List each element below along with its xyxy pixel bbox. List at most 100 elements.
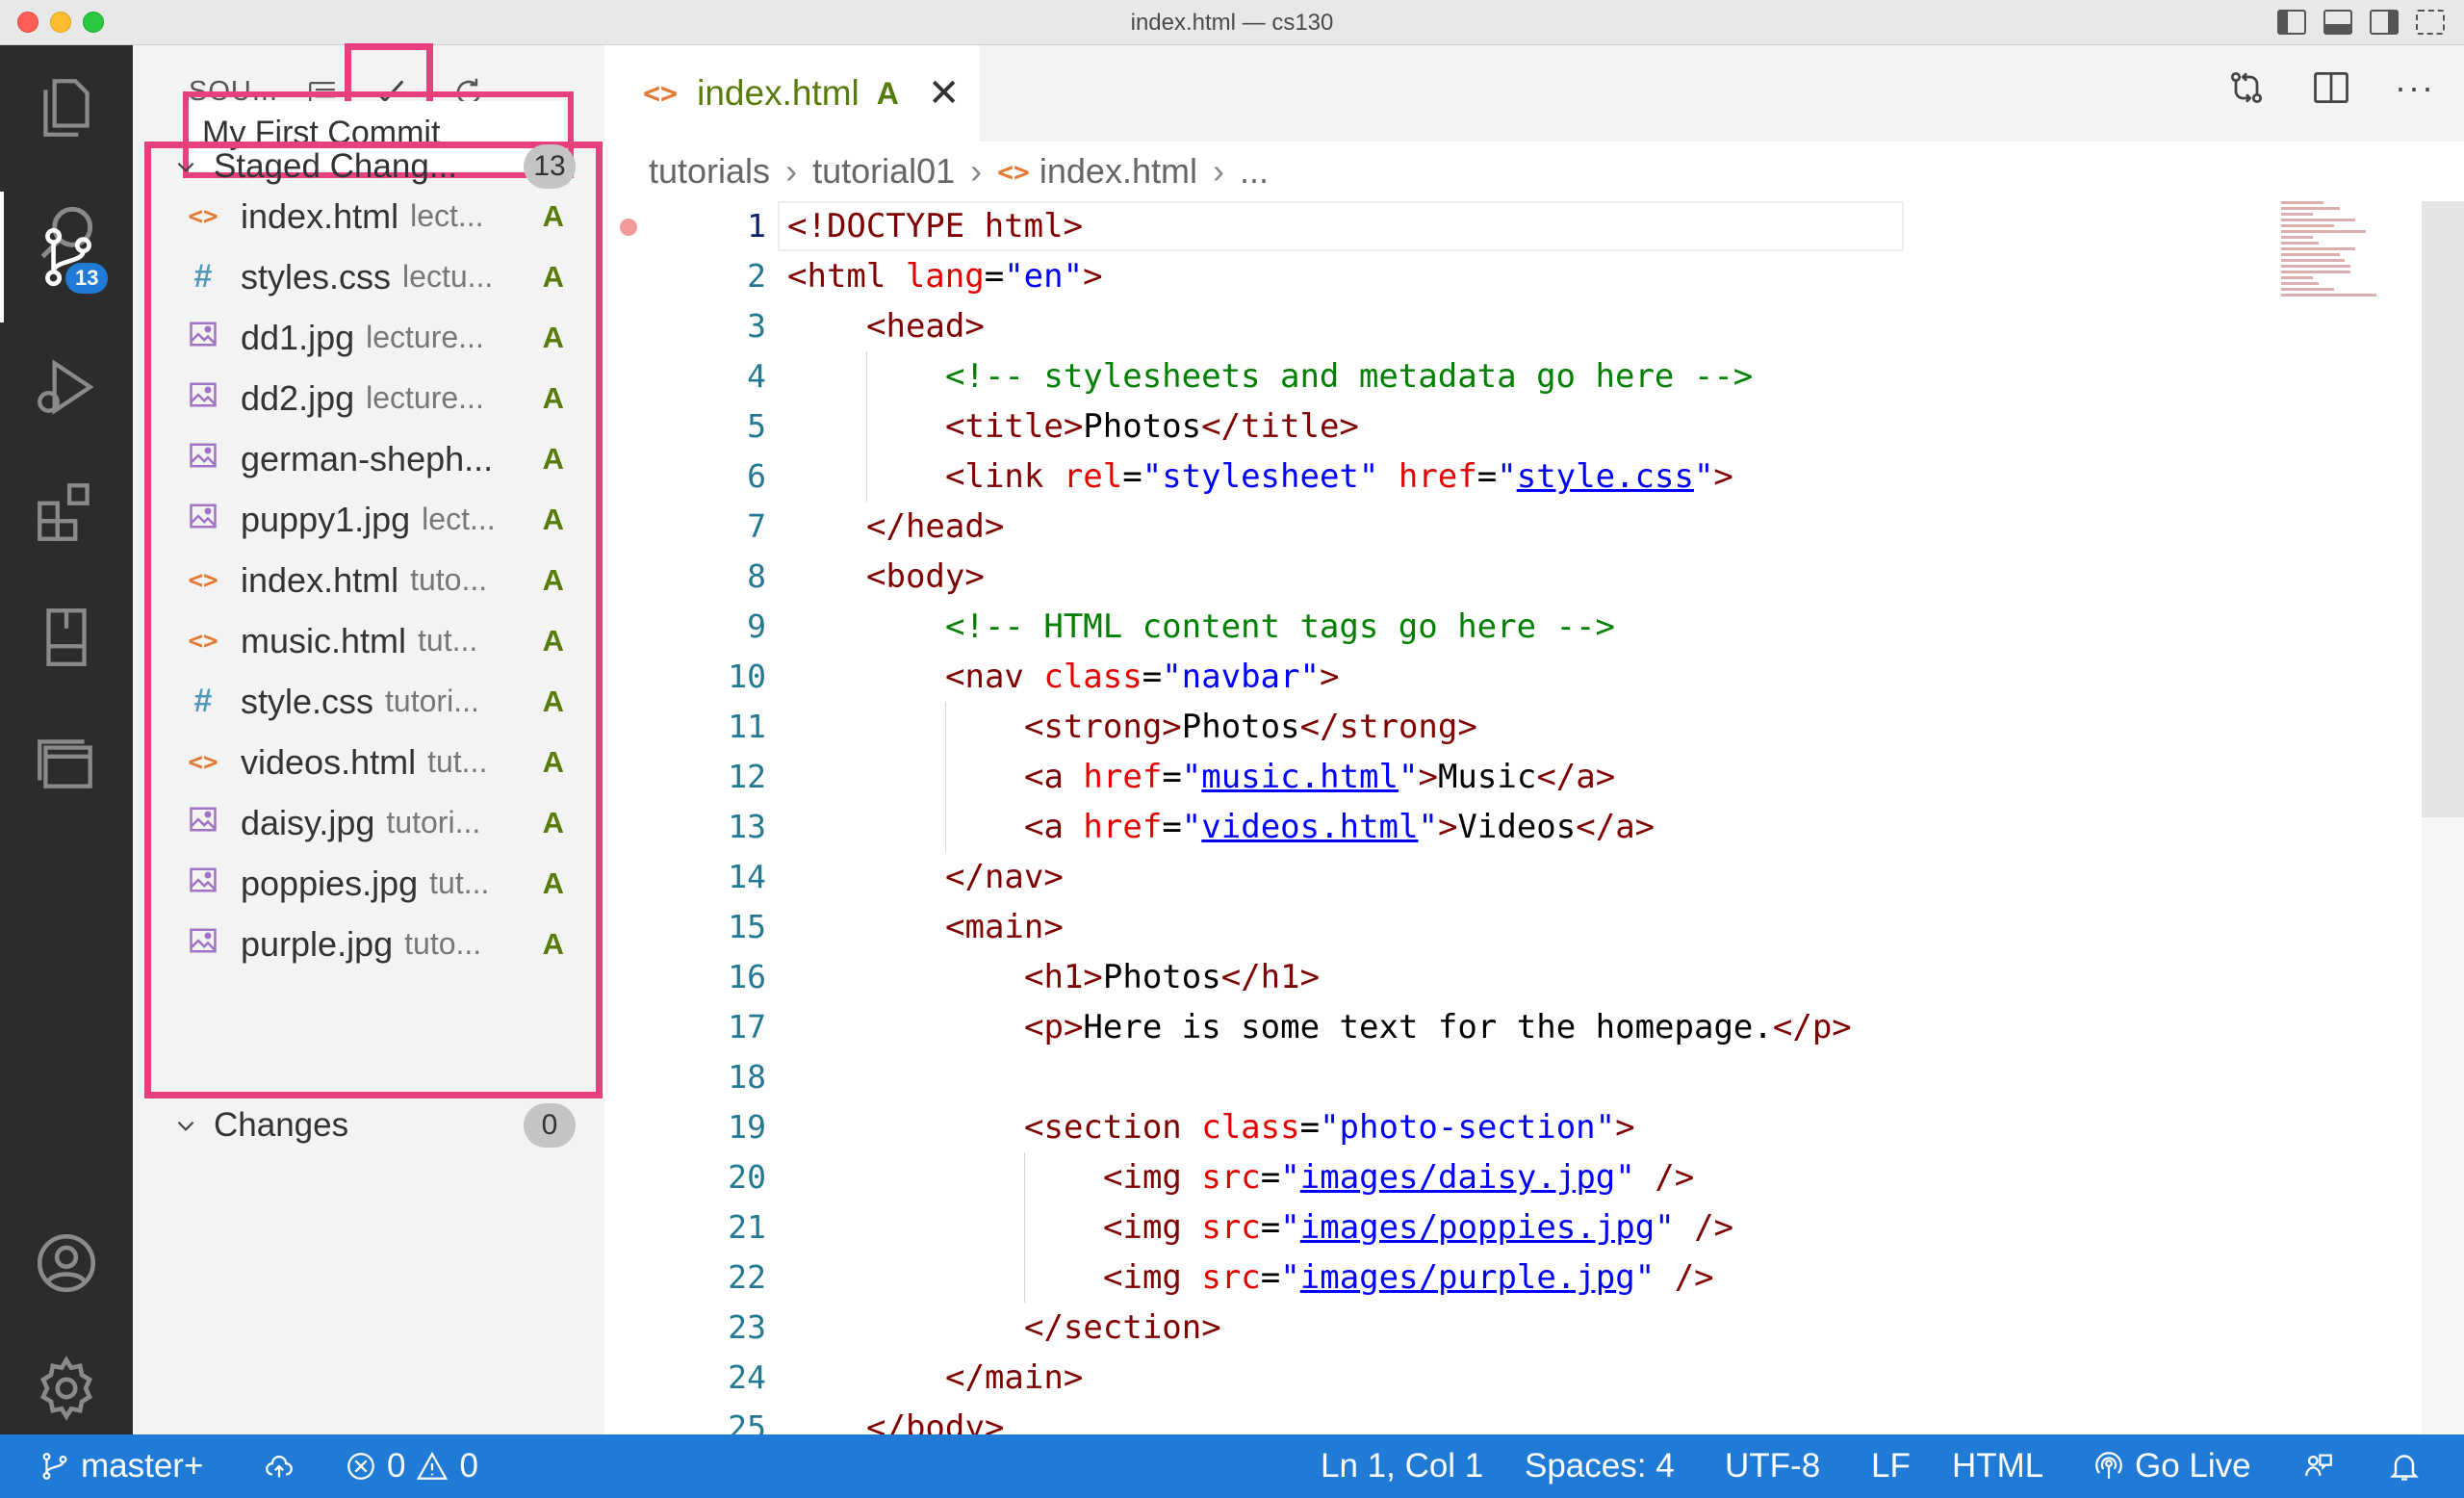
image-file-icon bbox=[187, 321, 219, 355]
code-line: 14 </nav> bbox=[604, 852, 2414, 902]
sync-button[interactable] bbox=[260, 1434, 298, 1498]
toggle-primary-sidebar-icon[interactable] bbox=[2277, 10, 2306, 35]
indent-guide bbox=[1024, 1152, 1025, 1303]
code-text: <img src="images/purple.jpg" /> bbox=[1103, 1258, 1714, 1297]
editor-more-actions-icon[interactable]: ··· bbox=[2395, 67, 2435, 108]
file-name: styles.css bbox=[241, 256, 392, 297]
staged-file-item[interactable]: poppies.jpg tut... A bbox=[187, 853, 591, 914]
code-text: <!-- HTML content tags go here --> bbox=[945, 607, 1615, 646]
line-number: 19 bbox=[728, 1108, 766, 1146]
branch-indicator[interactable]: master+ bbox=[38, 1434, 203, 1498]
file-git-status: A bbox=[542, 198, 564, 233]
breadcrumb-item[interactable]: index.html bbox=[1040, 151, 1197, 192]
html-file-icon: <> bbox=[188, 626, 218, 656]
line-number: 16 bbox=[728, 958, 766, 995]
code-text: </head> bbox=[866, 507, 1005, 546]
code-line: 15 <main> bbox=[604, 902, 2414, 952]
panel-view-icon[interactable] bbox=[0, 700, 133, 825]
chevron-right-icon: › bbox=[970, 151, 983, 191]
file-name: dd2.jpg bbox=[241, 377, 355, 418]
explorer-icon[interactable] bbox=[0, 45, 133, 170]
toggle-secondary-sidebar-icon[interactable] bbox=[2370, 10, 2399, 35]
language-mode[interactable]: HTML bbox=[1952, 1434, 2043, 1498]
staged-file-item[interactable]: <> index.html tuto... A bbox=[187, 550, 591, 610]
staged-file-item[interactable]: daisy.jpg tutori... A bbox=[187, 792, 591, 853]
staged-file-item[interactable]: puppy1.jpg lect... A bbox=[187, 489, 591, 550]
go-live-button[interactable]: Go Live bbox=[2092, 1434, 2251, 1498]
changes-count-badge: 0 bbox=[524, 1103, 576, 1148]
split-editor-icon[interactable] bbox=[2310, 66, 2352, 109]
tab-git-status: A bbox=[876, 75, 899, 111]
cursor-position[interactable]: Ln 1, Col 1 bbox=[1321, 1434, 1483, 1498]
staged-file-item[interactable]: <> videos.html tut... A bbox=[187, 732, 591, 792]
file-path: tuto... bbox=[404, 926, 482, 961]
code-text: <body> bbox=[866, 557, 985, 596]
code-text: <strong>Photos</strong> bbox=[1024, 708, 1477, 746]
warning-count: 0 bbox=[459, 1447, 478, 1485]
open-changes-icon[interactable] bbox=[2225, 66, 2268, 109]
source-control-sidebar: SOU... ··· My First Commit Staged Chang.… bbox=[133, 43, 604, 1434]
extensions-icon[interactable] bbox=[0, 450, 133, 575]
line-number: 18 bbox=[728, 1058, 766, 1096]
file-path: tut... bbox=[429, 865, 490, 900]
minimap[interactable] bbox=[2281, 201, 2387, 317]
code-line: 20 <img src="images/daisy.jpg" /> bbox=[604, 1152, 2414, 1202]
file-path: lect... bbox=[422, 502, 496, 536]
staged-file-item[interactable]: # style.css tutori... A bbox=[187, 671, 591, 732]
scrollbar-thumb[interactable] bbox=[2422, 201, 2464, 817]
code-line: 13 <a href="videos.html">Videos</a> bbox=[604, 802, 2414, 852]
line-number: 20 bbox=[728, 1158, 766, 1196]
source-control-icon[interactable]: 13 bbox=[0, 192, 133, 323]
error-count: 0 bbox=[387, 1447, 406, 1485]
problems-indicator[interactable]: 0 0 bbox=[345, 1434, 478, 1498]
tab-bar: <> index.html A ✕ ··· bbox=[604, 45, 2464, 142]
remote-explorer-icon[interactable] bbox=[0, 575, 133, 700]
file-git-status: A bbox=[542, 259, 564, 294]
code-line: 7 </head> bbox=[604, 502, 2414, 552]
staged-file-item[interactable]: <> music.html tut... A bbox=[187, 610, 591, 671]
file-path: lect... bbox=[410, 198, 484, 233]
changes-header[interactable]: Changes 0 bbox=[171, 1097, 595, 1154]
staged-file-item[interactable]: dd2.jpg lecture... A bbox=[187, 368, 591, 428]
staged-file-item[interactable]: german-sheph... A bbox=[187, 428, 591, 489]
title-bar: index.html — cs130 bbox=[0, 0, 2464, 45]
indent-guide bbox=[945, 702, 946, 852]
image-file-icon bbox=[187, 927, 219, 962]
line-number: 24 bbox=[728, 1358, 766, 1396]
line-number: 9 bbox=[747, 607, 766, 645]
notifications-bell-icon[interactable] bbox=[2387, 1434, 2422, 1498]
code-line: 22 <img src="images/purple.jpg" /> bbox=[604, 1253, 2414, 1303]
html-file-icon: <> bbox=[997, 155, 1030, 188]
breadcrumb-item[interactable]: tutorial01 bbox=[812, 151, 955, 192]
breadcrumb-item[interactable]: tutorials bbox=[649, 151, 770, 192]
close-tab-icon[interactable]: ✕ bbox=[928, 71, 961, 116]
code-text: <a href="music.html">Music</a> bbox=[1024, 758, 1616, 796]
file-git-status: A bbox=[542, 441, 564, 476]
code-text: </section> bbox=[1024, 1308, 1221, 1347]
code-line: 17 <p>Here is some text for the homepage.… bbox=[604, 1002, 2414, 1052]
code-line: 9 <!-- HTML content tags go here --> bbox=[604, 602, 2414, 652]
breadcrumb-item[interactable]: ... bbox=[1240, 151, 1269, 192]
toggle-panel-icon[interactable] bbox=[2323, 10, 2352, 35]
customize-layout-icon[interactable] bbox=[2416, 10, 2445, 35]
line-number: 11 bbox=[728, 708, 766, 745]
end-of-line[interactable]: LF bbox=[1871, 1434, 1911, 1498]
code-line: 6 <link rel="stylesheet" href="style.css"… bbox=[604, 452, 2414, 502]
account-icon[interactable] bbox=[0, 1201, 133, 1326]
indentation[interactable]: Spaces: 4 bbox=[1525, 1434, 1675, 1498]
staged-file-item[interactable]: purple.jpg tuto... A bbox=[187, 914, 591, 974]
feedback-icon[interactable] bbox=[2300, 1434, 2337, 1498]
staged-file-item[interactable]: <> index.html lect... A bbox=[187, 186, 591, 246]
staged-file-item[interactable]: dd1.jpg lecture... A bbox=[187, 307, 591, 368]
image-file-icon bbox=[187, 442, 219, 477]
staged-file-item[interactable]: # styles.css lectu... A bbox=[187, 246, 591, 307]
settings-gear-icon[interactable] bbox=[0, 1326, 133, 1451]
tab-index-html[interactable]: <> index.html A ✕ bbox=[604, 45, 980, 142]
code-editor[interactable]: 1 <!DOCTYPE html> 2 <html lang="en"> 3 <head>… bbox=[604, 201, 2464, 1472]
html-file-icon: <> bbox=[188, 747, 218, 777]
code-text: <html lang="en"> bbox=[787, 257, 1103, 296]
go-live-label: Go Live bbox=[2135, 1447, 2251, 1485]
run-debug-icon[interactable] bbox=[0, 324, 133, 450]
encoding[interactable]: UTF-8 bbox=[1725, 1434, 1820, 1498]
line-number: 22 bbox=[728, 1258, 766, 1296]
